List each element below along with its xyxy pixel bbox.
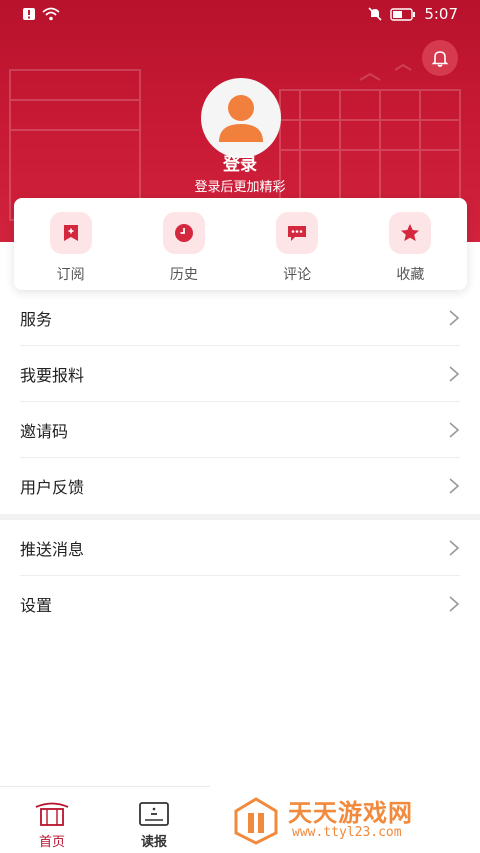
menu-item-report[interactable]: 我要报料 [20,346,460,402]
avatar[interactable] [201,78,281,158]
wifi-icon [42,7,60,21]
tab-home[interactable]: 首页 [2,787,102,853]
tab-label: 读报 [140,835,167,850]
alert-icon [23,8,35,20]
subscribe-icon [63,225,78,241]
quick-action-comment[interactable]: 评论 [257,212,337,290]
bottom-nav: 首页 读报 [0,786,210,853]
menu-item-label: 推送消息 [20,539,85,559]
menu-item-invite-code[interactable]: 邀请码 [20,402,460,458]
mute-icon [368,7,382,21]
chevron-right-icon [449,421,460,438]
quick-action-label: 评论 [283,267,312,283]
bell-icon [431,51,449,67]
menu-group-secondary: 推送消息 设置 [0,520,480,632]
quick-action-history[interactable]: 历史 [144,212,224,290]
menu-item-label: 邀请码 [20,421,69,441]
quick-action-label: 历史 [169,267,198,283]
menu-item-label: 我要报料 [20,365,85,385]
favorite-icon [401,224,420,241]
menu-item-label: 用户反馈 [20,478,85,497]
tab-label: 首页 [38,835,65,850]
menu-group-primary: 服务 我要报料 邀请码 用户反馈 [0,290,480,514]
tab-newspaper[interactable]: 读报 [104,787,204,853]
quick-actions-card: 订阅 历史 评论 收藏 [14,198,467,290]
newspaper-icon [139,802,169,826]
chevron-right-icon [449,309,460,326]
notification-button[interactable] [422,40,458,76]
chevron-right-icon [449,478,460,494]
quick-action-label: 收藏 [396,267,425,283]
menu-item-service[interactable]: 服务 [20,290,460,346]
watermark-url: www.ttyl23.com [292,825,402,840]
status-bar: 5:07 [0,0,480,28]
menu-item-feedback[interactable]: 用户反馈 [20,458,460,514]
chevron-right-icon [449,365,460,382]
user-avatar-icon [219,95,263,142]
quick-action-label: 订阅 [56,267,85,283]
quick-action-subscribe[interactable]: 订阅 [31,212,111,290]
menu-item-label: 服务 [20,309,53,329]
status-time: 5:07 [424,5,458,23]
chevron-right-icon [449,596,460,612]
comment-icon [288,226,307,241]
battery-icon [390,7,416,21]
chevron-right-icon [449,539,460,556]
watermark-title: 天天游戏网 [288,799,413,827]
quick-action-favorite[interactable]: 收藏 [370,212,450,290]
menu-item-label: 设置 [20,596,53,615]
home-icon [35,802,69,826]
menu-item-push-messages[interactable]: 推送消息 [20,520,460,576]
history-icon [174,224,193,242]
menu-item-settings[interactable]: 设置 [20,576,460,632]
watermark-logo-icon [234,797,278,845]
login-subtitle: 登录后更加精彩 [194,180,286,195]
watermark: 天天游戏网 www.ttyl23.com [230,793,470,849]
login-title[interactable]: 登录 [0,150,480,175]
